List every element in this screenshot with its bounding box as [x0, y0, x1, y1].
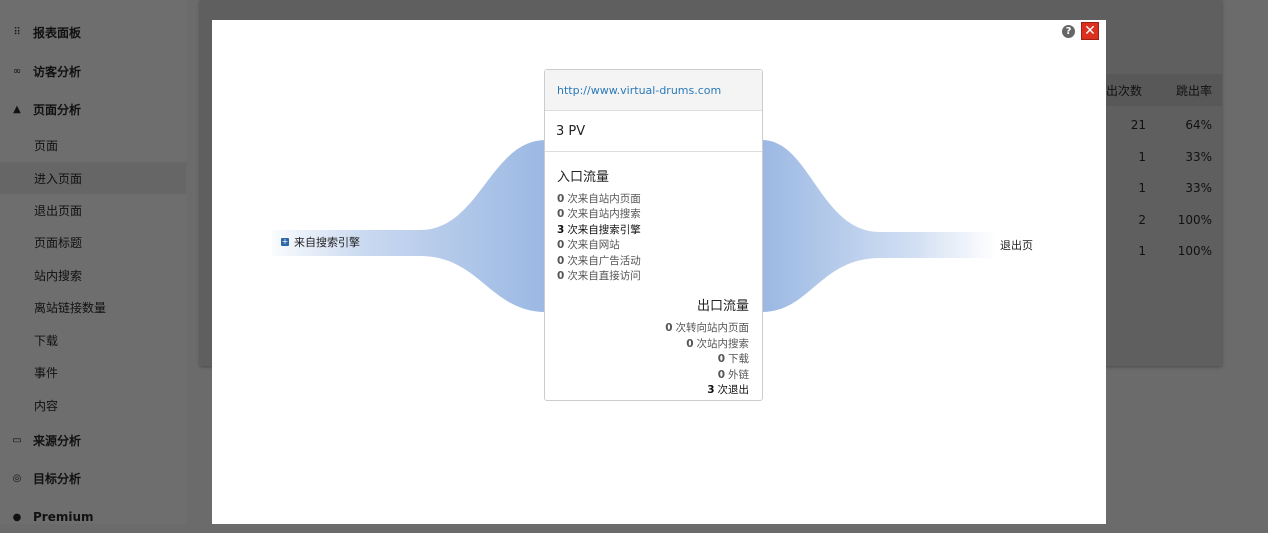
page-transition-card: http://www.virtual-drums.com 3 PV 入口流量 0…: [544, 69, 763, 401]
entry-count: 0: [557, 208, 565, 221]
help-icon[interactable]: ?: [1062, 25, 1075, 38]
exit-count: 3: [707, 384, 715, 397]
entry-text: 次来自直接访问: [567, 270, 641, 283]
entry-line: 0 次来自站内页面: [557, 192, 750, 207]
page-url-link[interactable]: http://www.virtual-drums.com: [557, 84, 721, 97]
entry-line: 3 次来自搜索引擎: [557, 223, 750, 238]
exit-line: 0 次站内搜索: [557, 337, 749, 352]
exit-text: 次站内搜索: [696, 337, 750, 350]
entry-line: 0 次来自广告活动: [557, 254, 750, 269]
entry-text: 次来自网站: [567, 239, 620, 252]
entry-text: 次来自站内搜索: [567, 208, 641, 221]
entry-count: 0: [557, 193, 565, 205]
source-label: 来自搜索引擎: [294, 236, 360, 249]
entry-text: 次来自站内页面: [567, 193, 641, 205]
close-button[interactable]: ✕: [1081, 22, 1099, 40]
pageview-count: 3 PV: [545, 111, 762, 152]
exit-traffic-section: 出口流量 0 次转向站内页面 0 次站内搜索 0 下载 0 外链 3 次退出: [545, 284, 762, 398]
exit-label: 退出页: [1000, 239, 1033, 252]
exit-text: 下载: [728, 353, 749, 366]
exit-count: 0: [665, 322, 673, 335]
entry-count: 0: [557, 254, 565, 267]
outgoing-flow-band: [762, 140, 996, 312]
exit-text: 次退出: [717, 384, 750, 397]
exit-line: 3 次退出: [557, 383, 749, 398]
entry-count: 0: [557, 270, 565, 283]
exit-count: 0: [717, 353, 725, 366]
exit-count: 0: [717, 368, 725, 381]
exit-line: 0 次转向站内页面: [557, 321, 749, 336]
exit-line: 0 下载: [557, 352, 749, 367]
entry-line: 0 次来自直接访问: [557, 269, 750, 284]
expand-plus-icon[interactable]: +: [281, 238, 289, 246]
exit-traffic-title: 出口流量: [696, 299, 749, 315]
entry-line: 0 次来自网站: [557, 238, 750, 253]
card-url-header: http://www.virtual-drums.com: [545, 70, 762, 111]
exit-text: 次转向站内页面: [675, 322, 750, 335]
source-referrer-item[interactable]: + 来自搜索引擎: [281, 234, 360, 250]
entry-line: 0 次来自站内搜索: [557, 207, 750, 222]
entry-traffic-section: 入口流量 0 次来自站内页面 0 次来自站内搜索 3 次来自搜索引擎 0 次来自网站 0…: [545, 152, 762, 284]
entry-traffic-title: 入口流量: [557, 170, 610, 185]
entry-count: 3: [557, 223, 565, 236]
incoming-flow-band: [272, 140, 546, 312]
exit-line: 0 外链: [557, 368, 749, 383]
exit-text: 外链: [728, 368, 749, 381]
entry-text: 次来自搜索引擎: [567, 223, 641, 236]
entry-count: 0: [557, 239, 565, 252]
entry-text: 次来自广告活动: [567, 254, 641, 267]
exit-count: 0: [686, 337, 694, 350]
